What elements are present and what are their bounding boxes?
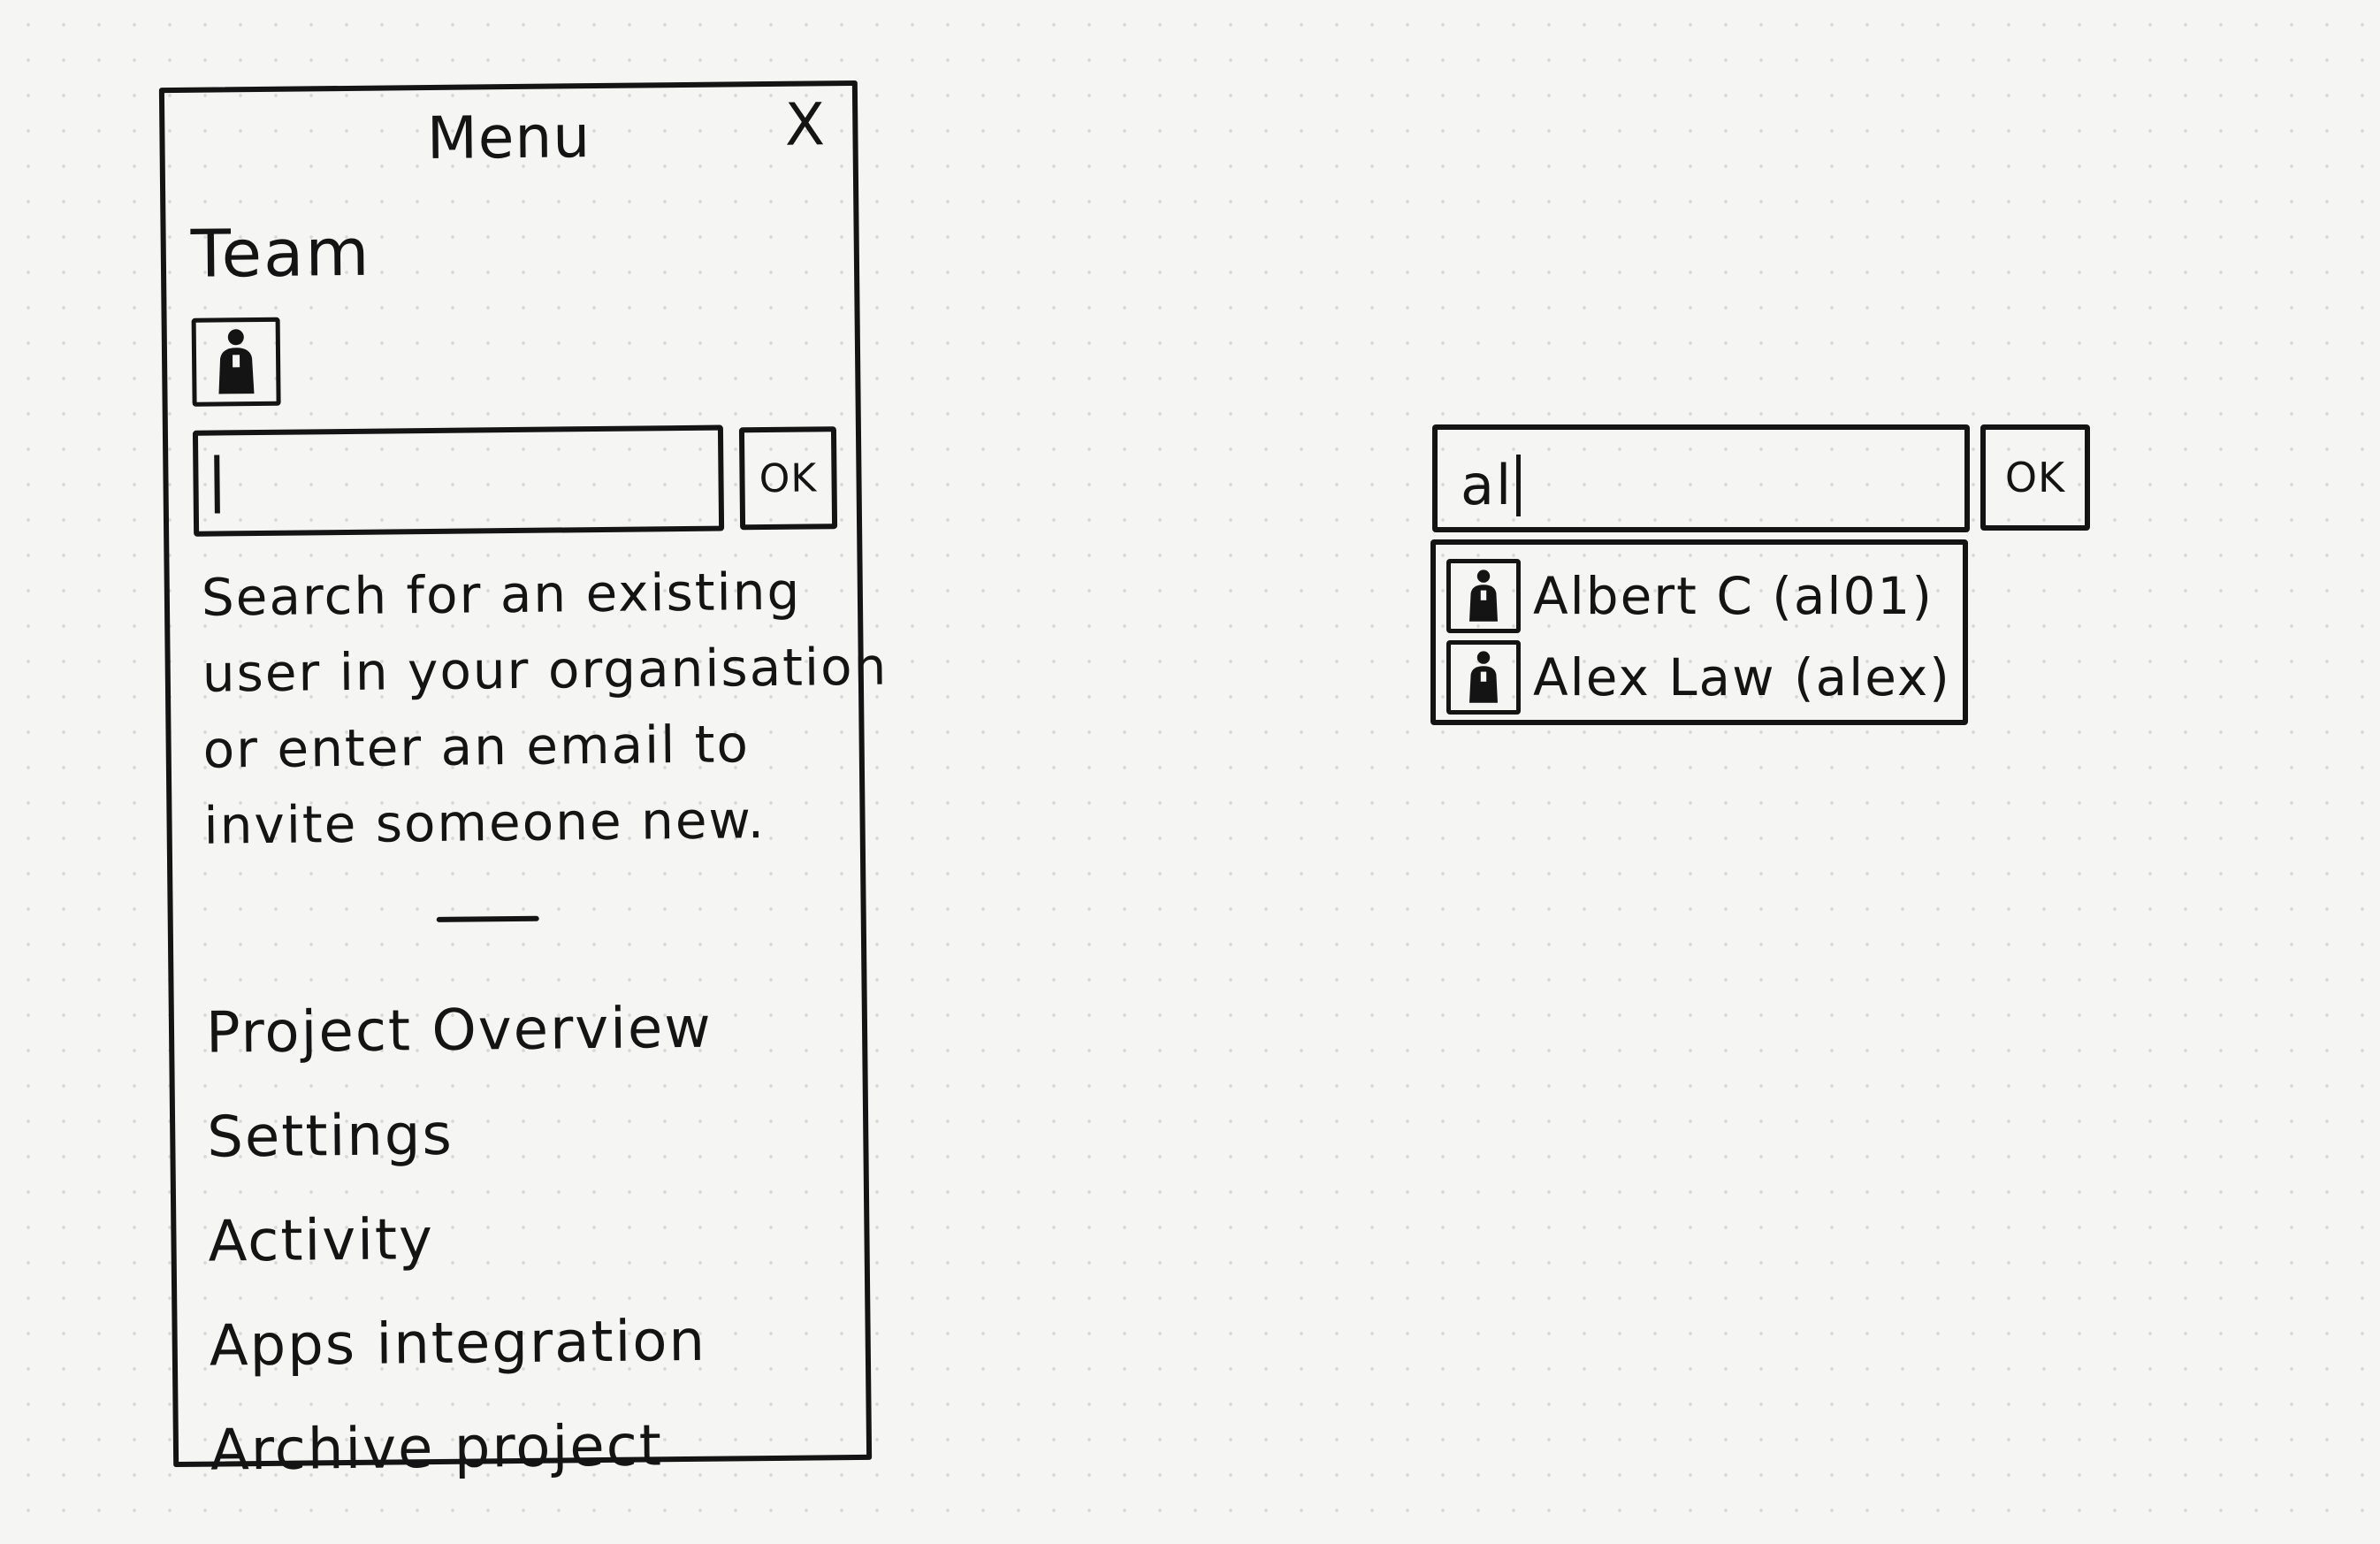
invite-search-input[interactable]: [192, 424, 725, 537]
user-avatar-icon: [1469, 569, 1498, 622]
team-member-avatar[interactable]: [191, 317, 281, 407]
user-avatar-icon: [1469, 651, 1498, 703]
help-line: Search for an existing: [201, 561, 802, 628]
suggestion-label: Albert C (al01): [1533, 566, 1934, 626]
section-divider: [436, 915, 539, 922]
menu-title: Menu: [426, 103, 591, 173]
menu-item-activity[interactable]: Activity: [208, 1185, 715, 1295]
menu-item-settings[interactable]: Settings: [207, 1081, 714, 1190]
close-icon[interactable]: X: [778, 90, 832, 158]
invite-ok-button[interactable]: OK: [738, 426, 838, 531]
suggestion-dropdown: Albert C (al01) Alex Law (alex): [1430, 539, 1968, 725]
suggestion-label: Alex Law (alex): [1533, 647, 1951, 707]
menu-list: Project Overview Settings Activity Apps …: [205, 976, 717, 1503]
user-avatar: [1446, 559, 1521, 633]
menu-item-apps-integration[interactable]: Apps integration: [209, 1289, 716, 1399]
invite-help-text: Search for an existing user in your orga…: [201, 553, 889, 864]
suggestion-item[interactable]: Albert C (al01): [1446, 555, 1952, 637]
menu-panel: Menu X Team OK Search for an existing us…: [158, 80, 889, 1484]
team-heading: Team: [190, 214, 371, 293]
menu-item-project-overview[interactable]: Project Overview: [205, 976, 713, 1086]
text-caret: [214, 455, 220, 514]
help-line: user in your organisation: [202, 636, 889, 704]
user-avatar: [1446, 640, 1521, 715]
help-line: invite someone new.: [203, 790, 767, 856]
user-avatar-icon: [218, 329, 255, 394]
suggestion-item[interactable]: Alex Law (alex): [1446, 637, 1952, 718]
menu-item-archive-project[interactable]: Archive project: [210, 1394, 717, 1503]
search-input-value: al: [1461, 453, 1514, 517]
search-ok-button[interactable]: OK: [1980, 424, 2090, 531]
text-caret: [1516, 455, 1522, 516]
help-line: or enter an email to: [202, 714, 751, 780]
user-search-input[interactable]: al: [1432, 424, 1970, 532]
